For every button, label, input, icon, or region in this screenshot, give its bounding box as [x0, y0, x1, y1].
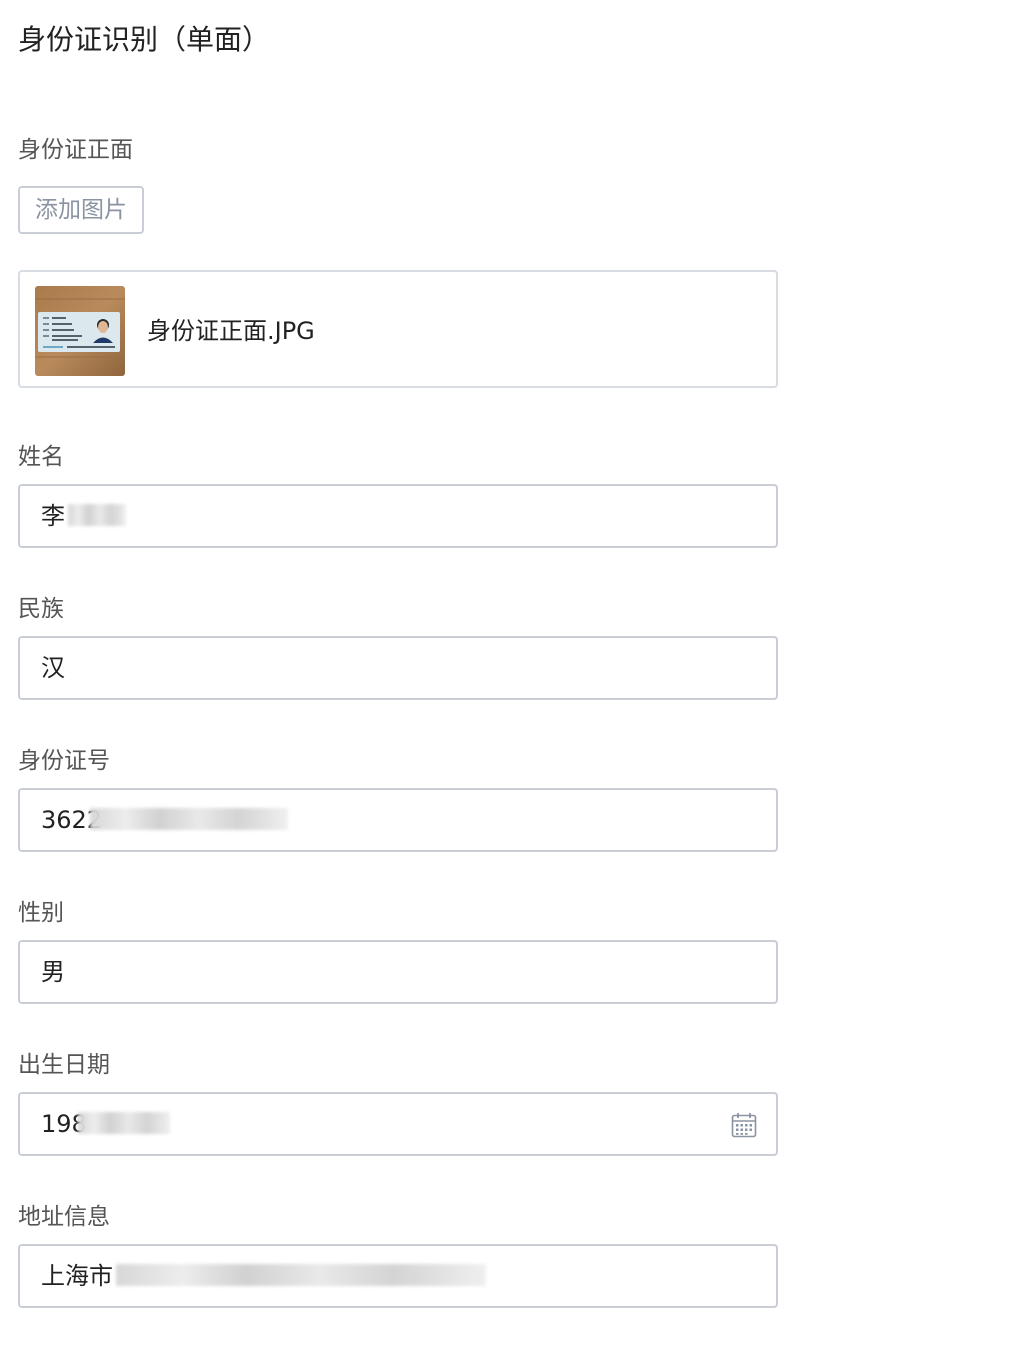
name-value: 李 — [41, 502, 65, 530]
redacted-name — [68, 504, 126, 526]
address-input[interactable]: 上海市 — [18, 1244, 778, 1308]
redacted-birth-date — [78, 1112, 170, 1134]
gender-label: 性别 — [18, 900, 64, 926]
id-number-label: 身份证号 — [18, 748, 110, 774]
add-image-button[interactable]: 添加图片 — [18, 186, 144, 234]
address-value: 上海市 — [41, 1262, 113, 1290]
redacted-id-number — [90, 808, 288, 830]
ethnicity-value: 汉 — [41, 654, 65, 682]
id-number-input[interactable]: 3622 — [18, 788, 778, 852]
ethnicity-input[interactable]: 汉 — [18, 636, 778, 700]
gender-input[interactable]: 男 — [18, 940, 778, 1004]
id-card-thumbnail[interactable] — [35, 286, 125, 376]
file-name[interactable]: 身份证正面.JPG — [147, 314, 315, 348]
birth-date-label: 出生日期 — [18, 1052, 110, 1078]
redacted-address — [116, 1264, 486, 1286]
uploaded-file-card[interactable]: 身份证正面.JPG — [18, 270, 778, 388]
front-image-label: 身份证正面 — [18, 137, 133, 163]
id-card-recognition-form: 身份证识别（单面） 身份证正面 添加图片 身份证正面.JPG 姓名 李 民族 汉… — [0, 0, 1012, 1358]
birth-date-input[interactable]: 198 — [18, 1092, 778, 1156]
calendar-icon[interactable] — [731, 1112, 757, 1138]
address-label: 地址信息 — [18, 1204, 110, 1230]
name-label: 姓名 — [18, 444, 64, 470]
gender-value: 男 — [41, 958, 65, 986]
page-title: 身份证识别（单面） — [18, 23, 271, 56]
ethnicity-label: 民族 — [18, 596, 64, 622]
name-input[interactable]: 李 — [18, 484, 778, 548]
